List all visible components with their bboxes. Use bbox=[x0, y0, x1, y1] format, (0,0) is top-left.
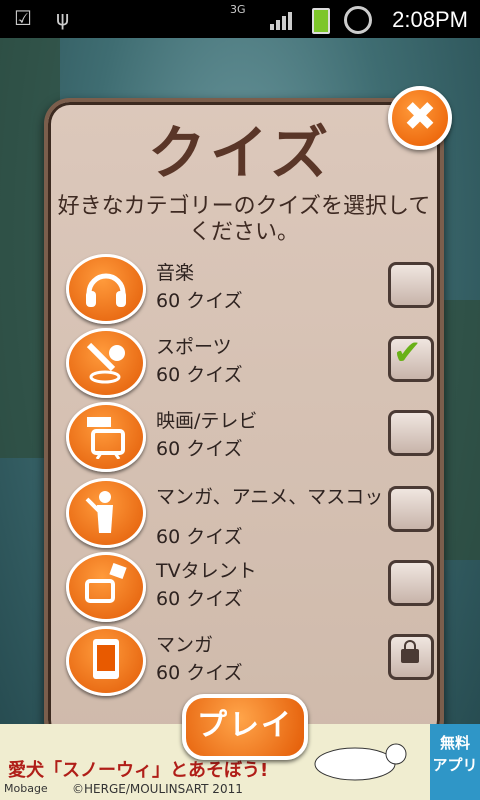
category-checkbox[interactable] bbox=[388, 486, 434, 532]
category-count: 60 クイズ bbox=[156, 662, 243, 684]
movie-tv-icon bbox=[66, 402, 146, 472]
category-row-tv-talent[interactable]: TVタレント 60 クイズ bbox=[66, 552, 436, 622]
category-name: マンガ bbox=[156, 634, 214, 656]
category-name: 音楽 bbox=[156, 262, 195, 284]
category-checkbox[interactable] bbox=[388, 410, 434, 456]
category-count: 60 クイズ bbox=[156, 526, 243, 548]
dog-illustration bbox=[314, 743, 407, 781]
lock-icon bbox=[401, 640, 419, 663]
category-count: 60 クイズ bbox=[156, 588, 243, 610]
play-button[interactable]: プレイ bbox=[182, 694, 308, 760]
category-name: TVタレント bbox=[156, 560, 257, 582]
category-lock-box[interactable] bbox=[388, 634, 434, 680]
category-row-manga[interactable]: マンガ 60 クイズ bbox=[66, 626, 436, 696]
badge-line1: 無料 bbox=[439, 734, 470, 752]
category-checkbox[interactable] bbox=[388, 560, 434, 606]
category-name: マンガ、アニメ、マスコット bbox=[156, 486, 403, 508]
status-bar: ☑ ψ 3G 2:08PM bbox=[0, 0, 480, 38]
tv-talent-icon bbox=[66, 552, 146, 622]
ad-credit: ©HERGE/MOULINSART 2011 bbox=[72, 782, 243, 796]
category-name: スポーツ bbox=[156, 336, 232, 358]
headphones-icon bbox=[66, 254, 146, 324]
clock: 2:08PM bbox=[392, 7, 468, 32]
category-row-manga-anime-mascot[interactable]: マンガ、アニメ、マスコット 60 クイズ bbox=[66, 478, 436, 548]
category-checkbox[interactable] bbox=[388, 262, 434, 308]
free-app-badge[interactable]: 無料 アプリ bbox=[430, 724, 480, 800]
category-checkbox[interactable]: ✔ bbox=[388, 333, 434, 382]
category-row-music[interactable]: 音楽 60 クイズ bbox=[66, 254, 436, 324]
category-count: 60 クイズ bbox=[156, 438, 243, 460]
notification-icon: ☑ bbox=[14, 6, 32, 30]
category-count: 60 クイズ bbox=[156, 290, 243, 312]
network-type: 3G bbox=[230, 3, 246, 16]
category-name: 映画/テレビ bbox=[156, 410, 258, 432]
silhouette-icon bbox=[66, 478, 146, 548]
sports-icon bbox=[66, 328, 146, 398]
close-button[interactable]: ✖ bbox=[388, 86, 452, 150]
check-icon: ✔ bbox=[393, 333, 422, 373]
battery-icon bbox=[312, 8, 330, 34]
alarm-icon bbox=[344, 6, 372, 34]
manga-book-icon bbox=[66, 626, 146, 696]
badge-line2: アプリ bbox=[432, 756, 478, 774]
category-count: 60 クイズ bbox=[156, 364, 243, 386]
ad-brand: Mobage bbox=[4, 782, 48, 795]
usb-icon: ψ bbox=[56, 6, 70, 30]
dialog-subtitle: 好きなカテゴリーのクイズを選択してください。 bbox=[57, 194, 431, 245]
category-row-sports[interactable]: スポーツ 60 クイズ ✔ bbox=[66, 328, 436, 398]
category-row-movie-tv[interactable]: 映画/テレビ 60 クイズ bbox=[66, 402, 436, 472]
